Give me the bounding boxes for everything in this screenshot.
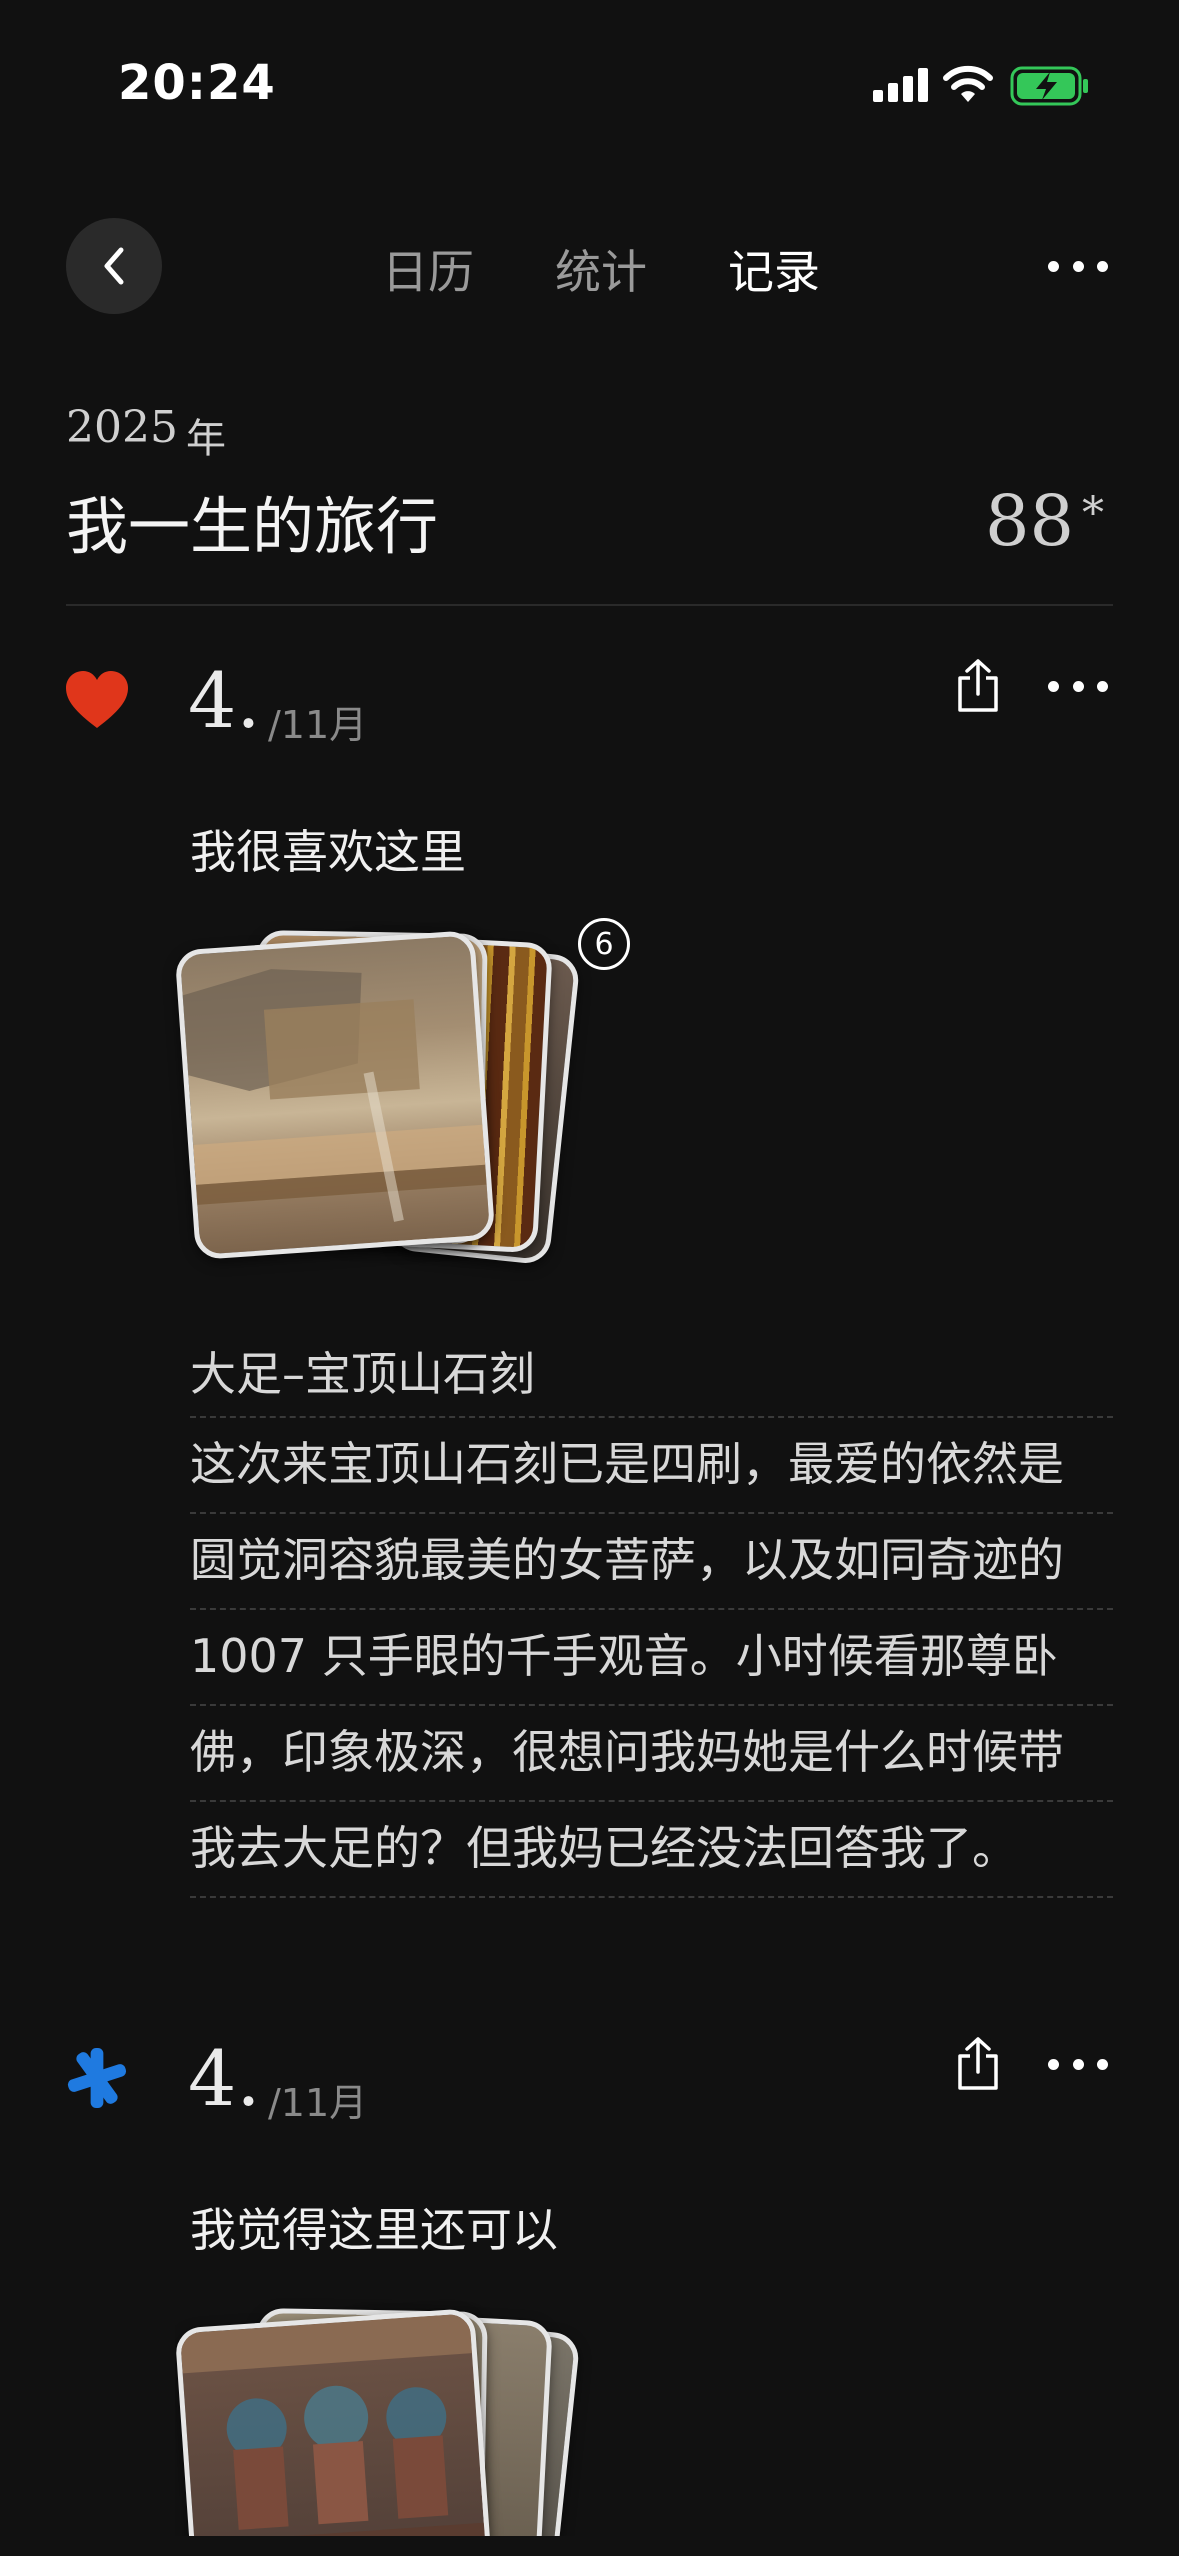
year-suffix: 年 [186, 416, 226, 462]
share-icon[interactable] [954, 2036, 1002, 2092]
photo-stack[interactable]: 6 [174, 918, 635, 1268]
header-divider [66, 604, 1113, 606]
photo-thumbnail [174, 929, 496, 1261]
entry-title: 我觉得这里还可以 [190, 2203, 558, 2257]
photo-thumbnail [175, 2307, 496, 2536]
status-time: 20:24 [118, 55, 276, 111]
record-count: 88 [985, 480, 1075, 562]
entry-day: 4. [188, 2034, 261, 2123]
entry-day: 4. [188, 656, 261, 745]
heart-icon[interactable] [64, 670, 130, 730]
page-title: 我一生的旅行 [66, 490, 439, 563]
entry-month: /11月 [268, 2081, 368, 2125]
photo-stack[interactable] [175, 2296, 635, 2536]
tab-statistics[interactable]: 统计 [555, 236, 647, 302]
entry-location: 大足–宝顶山石刻 [190, 1347, 535, 1401]
photo-count-badge: 6 [578, 918, 630, 970]
note-line: 1007 只手眼的千手观音。小时候看那尊卧 [190, 1608, 1113, 1706]
share-icon[interactable] [954, 658, 1002, 714]
record-count-mark: * [1082, 488, 1104, 539]
note-line: 这次来宝顶山石刻已是四刷，最爱的依然是 [190, 1416, 1113, 1514]
asterisk-icon[interactable] [64, 2048, 130, 2108]
chevron-left-icon [104, 247, 124, 285]
tab-calendar[interactable]: 日历 [382, 236, 474, 302]
entry-more-icon[interactable] [1048, 2044, 1108, 2084]
cellular-signal-icon [873, 68, 928, 102]
entry-title: 我很喜欢这里 [190, 825, 466, 879]
year-label: 2025 [66, 402, 178, 453]
more-options-icon[interactable] [1048, 246, 1108, 286]
note-line: 佛，印象极深，很想问我妈她是什么时候带 [190, 1704, 1113, 1802]
note-line: 圆觉洞容貌最美的女菩萨，以及如同奇迹的 [190, 1512, 1113, 1610]
note-line: 我去大足的？但我妈已经没法回答我了。 [190, 1800, 1113, 1898]
entry-month: /11月 [268, 703, 368, 747]
tab-records[interactable]: 记录 [728, 236, 820, 302]
wifi-icon [943, 65, 993, 102]
back-button[interactable] [66, 218, 162, 314]
entry-more-icon[interactable] [1048, 666, 1108, 706]
battery-charging-icon [1010, 66, 1088, 106]
